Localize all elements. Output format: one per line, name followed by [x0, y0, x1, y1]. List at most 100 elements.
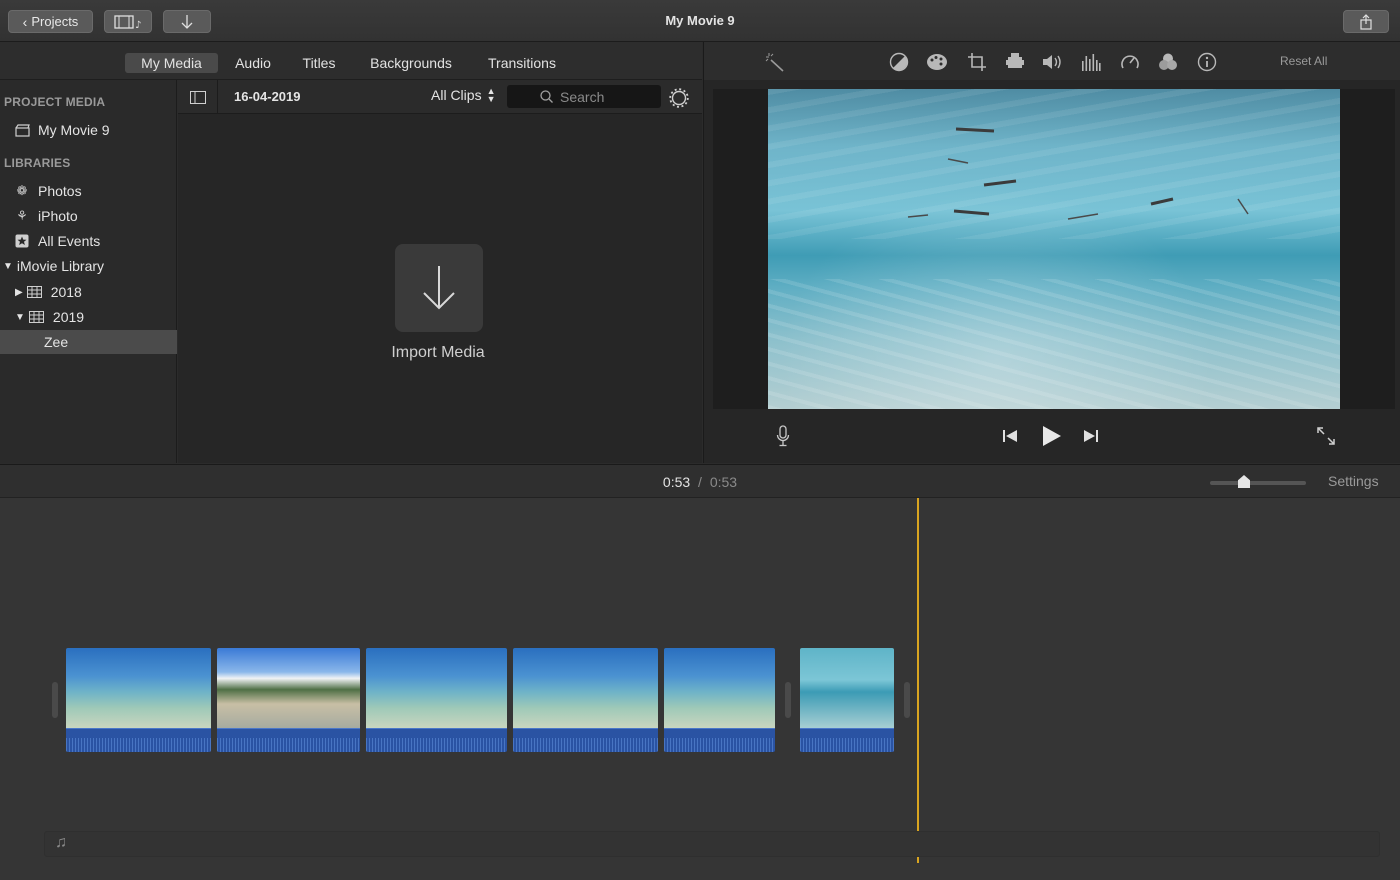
calendar-grid-icon: [27, 284, 43, 300]
fullscreen-button[interactable]: [1315, 425, 1337, 447]
browser-settings-button[interactable]: [668, 87, 690, 109]
sidebar-toggle-icon: [189, 90, 206, 104]
zoom-slider[interactable]: [1210, 475, 1306, 488]
adjustments-bar: Reset All: [704, 42, 1400, 80]
timeline-start-handle[interactable]: [52, 682, 58, 718]
sidebar-item-label: Photos: [38, 183, 82, 199]
clip-audio-waveform: [800, 728, 894, 752]
share-button[interactable]: [1343, 10, 1389, 33]
timeline-clip[interactable]: [513, 648, 658, 752]
clip-audio-waveform: [513, 728, 658, 752]
microphone-icon: [776, 425, 790, 447]
project-media-heading: PROJECT MEDIA: [4, 95, 106, 109]
reset-all-button[interactable]: Reset All: [1280, 54, 1327, 68]
timeline-clip[interactable]: [66, 648, 211, 752]
browser-toolbar: 16-04-2019 All Clips ▲ ▼ Search: [178, 80, 702, 114]
video-frame-image: [768, 89, 1340, 409]
clapperboard-icon: [14, 122, 30, 138]
magic-wand-icon[interactable]: [764, 51, 786, 73]
disclosure-closed-icon[interactable]: ▶: [15, 287, 23, 298]
clip-thumbnail: [66, 648, 211, 728]
clip-audio-waveform: [66, 728, 211, 752]
clip-gap-handle[interactable]: [785, 682, 791, 718]
sidebar-item-2018[interactable]: ▶ 2018: [15, 280, 82, 304]
skip-forward-button[interactable]: [1080, 426, 1102, 446]
import-media-label[interactable]: Import Media: [338, 344, 538, 362]
color-balance-icon[interactable]: [888, 51, 910, 73]
timeline-settings-button[interactable]: Settings: [1328, 473, 1379, 489]
clip-thumbnail: [513, 648, 658, 728]
timeline-clip[interactable]: [664, 648, 775, 752]
timeline[interactable]: ♫: [0, 498, 1400, 880]
waveform: [66, 738, 211, 752]
star-box-icon: [14, 233, 30, 249]
tab-backgrounds[interactable]: Backgrounds: [362, 53, 460, 73]
sidebar-item-iphoto[interactable]: ⚘ iPhoto: [14, 204, 78, 228]
time-separator: /: [698, 474, 702, 490]
volume-icon[interactable]: [1042, 51, 1064, 73]
search-placeholder: Search: [560, 88, 605, 105]
sidebar-item-2019[interactable]: ▼ 2019: [15, 305, 84, 329]
media-browser: 16-04-2019 All Clips ▲ ▼ Search Import Me…: [178, 80, 702, 463]
sidebar-item-my-movie[interactable]: My Movie 9: [14, 118, 110, 142]
tab-titles[interactable]: Titles: [294, 53, 344, 73]
sidebar-item-label: iMovie Library: [16, 258, 105, 274]
tab-my-media[interactable]: My Media: [125, 53, 218, 73]
sidebar-item-imovie-library[interactable]: ▼ iMovie Library: [3, 254, 104, 278]
timeline-clip[interactable]: [217, 648, 360, 752]
music-note-icon: ♫: [55, 834, 67, 851]
skip-back-button[interactable]: [999, 426, 1021, 446]
disclosure-open-icon[interactable]: ▼: [3, 261, 13, 272]
voiceover-button[interactable]: [772, 425, 794, 447]
waveform: [513, 738, 658, 752]
libraries-heading: LIBRARIES: [4, 156, 71, 170]
search-field[interactable]: Search: [507, 85, 661, 108]
clip-filter-select[interactable]: All Clips ▲ ▼: [431, 87, 496, 104]
sidebar-item-label: All Events: [38, 233, 101, 249]
sidebar-item-all-events[interactable]: All Events: [14, 229, 100, 253]
sidebar-item-label: 2019: [52, 309, 85, 325]
play-icon: [1043, 426, 1061, 446]
flower-icon: ❁: [16, 183, 28, 198]
current-time: 0:53: [662, 474, 691, 490]
search-icon: [540, 90, 553, 103]
sidebar-item-label: Zee: [44, 334, 69, 350]
share-icon: [1360, 13, 1372, 30]
playhead[interactable]: [917, 498, 919, 863]
media-tabs-bar: My Media Audio Titles Backgrounds Transi…: [0, 42, 702, 80]
sidebar-item-label: My Movie 9: [38, 122, 110, 138]
clip-thumbnail: [664, 648, 775, 728]
down-arrow-icon: [423, 266, 455, 310]
background-music-well[interactable]: ♫: [44, 831, 1380, 857]
skip-forward-icon: [1084, 430, 1098, 442]
stabilization-camera-icon[interactable]: [1004, 51, 1026, 73]
sidebar-item-photos[interactable]: ❁ Photos: [14, 179, 82, 203]
clip-thumbnail: [217, 648, 360, 728]
sidebar-item-label: 2018: [50, 284, 82, 300]
clip-audio-waveform: [366, 728, 507, 752]
palette-icon[interactable]: [926, 51, 948, 73]
skip-back-icon: [1003, 430, 1017, 442]
crop-icon[interactable]: [966, 51, 988, 73]
sidebar-item-zee[interactable]: Zee: [44, 330, 68, 354]
disclosure-open-icon[interactable]: ▼: [15, 312, 25, 323]
gear-icon: [669, 88, 689, 108]
play-button[interactable]: [1038, 423, 1064, 449]
toggle-sidebar-button[interactable]: [178, 80, 218, 114]
speed-gauge-icon[interactable]: [1119, 51, 1141, 73]
tab-audio[interactable]: Audio: [228, 53, 278, 73]
video-preview[interactable]: [713, 89, 1395, 409]
import-media-button[interactable]: [395, 244, 483, 332]
clip-thumbnail: [800, 648, 894, 728]
equalizer-icon[interactable]: [1080, 51, 1102, 73]
timeline-clip[interactable]: [800, 648, 894, 752]
clip-thumbnail: [366, 648, 507, 728]
info-icon[interactable]: [1196, 51, 1218, 73]
libraries-sidebar: PROJECT MEDIA My Movie 9 LIBRARIES ❁ Pho…: [0, 80, 177, 463]
clip-audio-waveform: [664, 728, 775, 752]
timeline-clip[interactable]: [366, 648, 507, 752]
timeline-end-handle[interactable]: [904, 682, 910, 718]
tab-transitions[interactable]: Transitions: [480, 53, 564, 73]
waveform: [366, 738, 507, 752]
clip-filter-icon[interactable]: [1157, 51, 1179, 73]
